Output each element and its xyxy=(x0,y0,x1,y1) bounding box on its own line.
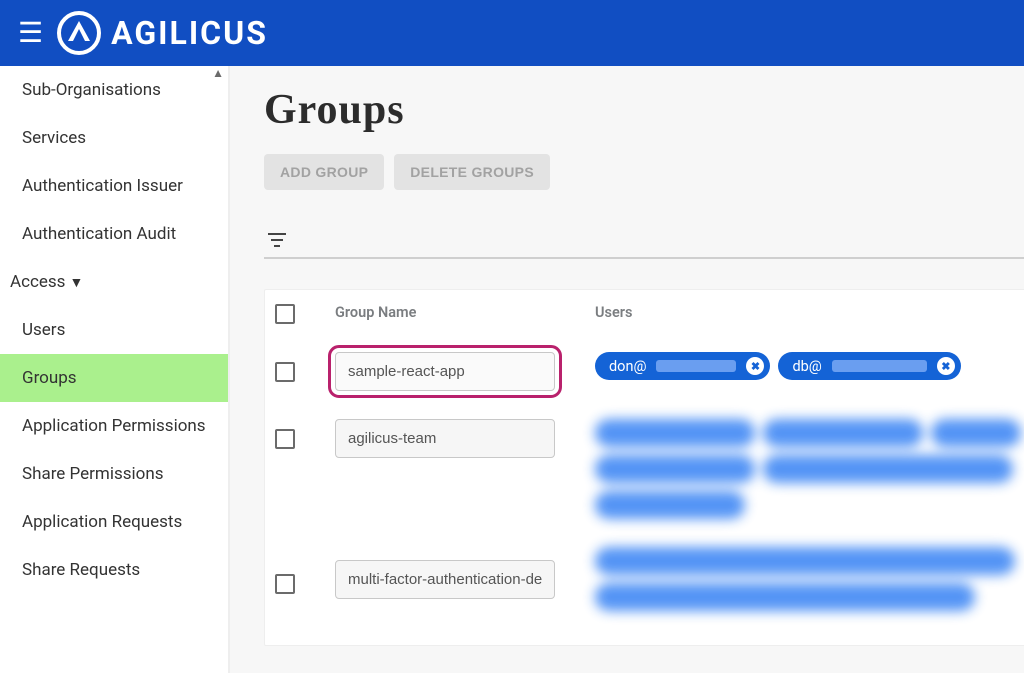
toolbar: ADD GROUP DELETE GROUPS xyxy=(264,154,1024,190)
main-content: Groups ADD GROUP DELETE GROUPS Group Nam… xyxy=(230,66,1024,673)
table-header: Group Name Users xyxy=(265,290,1024,338)
filter-icon[interactable] xyxy=(264,232,286,251)
redacted-chip xyxy=(763,419,923,447)
sidebar-item-authentication-issuer[interactable]: Authentication Issuer xyxy=(0,162,228,210)
sidebar: ▲ Sub-Organisations Services Authenticat… xyxy=(0,66,230,673)
groups-table: Group Name Users don@ ✖ db@ ✖ xyxy=(264,289,1024,646)
sidebar-item-sub-organisations[interactable]: Sub-Organisations xyxy=(0,66,228,114)
redacted-chip xyxy=(595,547,1015,575)
menu-icon[interactable]: ☰ xyxy=(18,19,43,47)
scroll-up-icon[interactable]: ▲ xyxy=(212,66,224,80)
redacted-chip xyxy=(595,419,755,447)
select-all-checkbox[interactable] xyxy=(275,304,295,324)
redacted-chip xyxy=(763,455,1013,483)
row-checkbox[interactable] xyxy=(275,429,295,449)
col-users: Users xyxy=(595,304,1024,321)
chip-remove-icon[interactable]: ✖ xyxy=(937,357,955,375)
sidebar-item-share-requests[interactable]: Share Requests xyxy=(0,546,228,594)
col-group-name: Group Name xyxy=(335,304,595,321)
sidebar-item-application-requests[interactable]: Application Requests xyxy=(0,498,228,546)
chip-prefix: don@ xyxy=(609,358,646,375)
chip-masked xyxy=(656,360,736,372)
sidebar-item-share-permissions[interactable]: Share Permissions xyxy=(0,450,228,498)
group-name-input[interactable] xyxy=(335,352,555,391)
row-checkbox[interactable] xyxy=(275,574,295,594)
sidebar-item-services[interactable]: Services xyxy=(0,114,228,162)
brand-text: AGILICUS xyxy=(111,14,268,52)
group-name-input[interactable] xyxy=(335,419,555,458)
brand-logo[interactable]: AGILICUS xyxy=(57,11,268,55)
chevron-down-icon: ▼ xyxy=(69,274,83,291)
redacted-chip xyxy=(595,491,745,519)
delete-groups-button[interactable]: DELETE GROUPS xyxy=(394,154,550,190)
redacted-chip xyxy=(595,583,975,611)
sidebar-item-users[interactable]: Users xyxy=(0,306,228,354)
sidebar-item-groups[interactable]: Groups xyxy=(0,354,228,402)
redacted-chip xyxy=(595,455,755,483)
app-header: ☰ AGILICUS xyxy=(0,0,1024,66)
user-chip[interactable]: db@ ✖ xyxy=(778,352,960,380)
sidebar-section-label: Access xyxy=(10,272,65,292)
sidebar-item-application-permissions[interactable]: Application Permissions xyxy=(0,402,228,450)
add-group-button[interactable]: ADD GROUP xyxy=(264,154,384,190)
table-row: don@ ✖ db@ ✖ xyxy=(265,338,1024,405)
brand-logo-icon xyxy=(57,11,101,55)
chip-remove-icon[interactable]: ✖ xyxy=(746,357,764,375)
filter-row xyxy=(264,230,1024,259)
users-cell: don@ ✖ db@ ✖ xyxy=(595,352,1024,380)
group-name-input[interactable] xyxy=(335,560,555,599)
users-cell xyxy=(595,547,1024,611)
users-cell xyxy=(595,419,1024,519)
sidebar-section-access[interactable]: Access ▼ xyxy=(0,258,228,306)
row-checkbox[interactable] xyxy=(275,362,295,382)
user-chip[interactable]: don@ ✖ xyxy=(595,352,770,380)
redacted-chip xyxy=(931,419,1021,447)
chip-masked xyxy=(832,360,927,372)
page-title: Groups xyxy=(264,86,1024,134)
chip-prefix: db@ xyxy=(792,358,821,375)
table-row xyxy=(265,405,1024,533)
table-row xyxy=(265,533,1024,625)
sidebar-item-authentication-audit[interactable]: Authentication Audit xyxy=(0,210,228,258)
